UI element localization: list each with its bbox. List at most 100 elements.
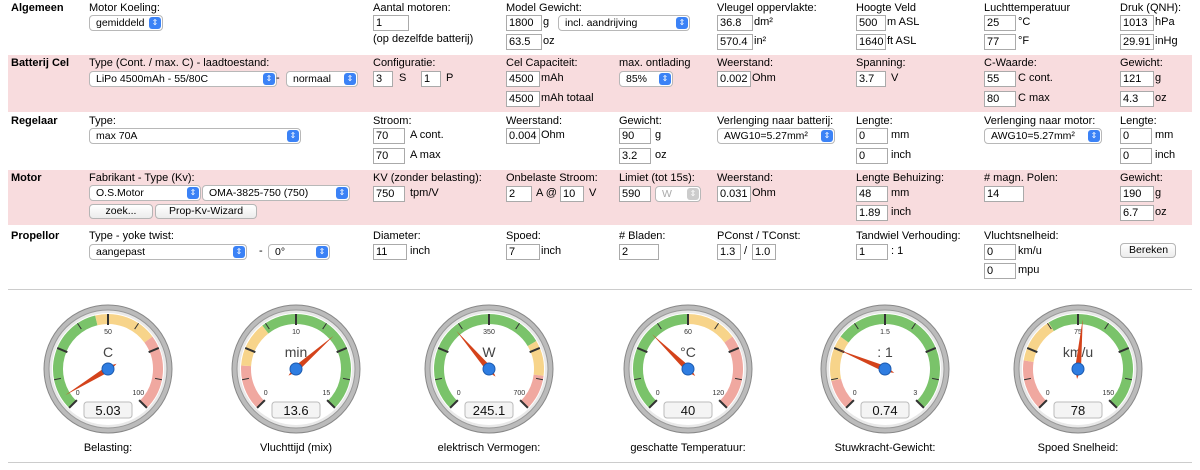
gauge-value: 245.1 xyxy=(473,403,506,418)
spoed-input[interactable]: 7 xyxy=(506,244,540,260)
model-gewicht-g-input[interactable]: 1800 xyxy=(506,15,542,31)
regelaar-gewicht-label: Gewicht: xyxy=(619,115,662,127)
druk-hpa-input[interactable]: 1013 xyxy=(1120,15,1154,31)
yoke-twist-value: 0° xyxy=(275,246,286,258)
limiet-unit-select[interactable]: W ⇕ xyxy=(655,186,701,202)
onbelast-v-input[interactable]: 10 xyxy=(560,186,584,202)
chevron-updown-icon: ⇕ xyxy=(659,73,671,85)
motor-weerstand-input[interactable]: 0.031 xyxy=(717,186,751,202)
gauge-unit: C xyxy=(103,344,113,360)
zoek-button[interactable]: zoek... xyxy=(89,204,153,219)
batterij-weerstand-input[interactable]: 0.002 xyxy=(717,71,751,87)
fabrikant-select[interactable]: O.S.Motor ⇕ xyxy=(89,185,201,201)
gauge-unit: °C xyxy=(680,344,696,360)
motor-koeling-select[interactable]: gemiddeld ⇕ xyxy=(89,15,163,31)
diameter-input[interactable]: 11 xyxy=(373,244,407,260)
divider xyxy=(8,289,1192,290)
capaciteit-unit: mAh xyxy=(541,72,564,84)
gauge-min-label: 0 xyxy=(457,390,461,397)
lengte2-label: Lengte: xyxy=(1120,115,1157,127)
gauge-caption: Stuwkracht-Gewicht: xyxy=(834,442,936,454)
prop-kv-wizard-button[interactable]: Prop-Kv-Wizard xyxy=(155,204,257,219)
gauge-hub xyxy=(1071,362,1085,376)
chevron-updown-icon: ⇕ xyxy=(821,130,833,142)
polen-input[interactable]: 14 xyxy=(984,186,1024,202)
capaciteit-totaal-unit: mAh totaal xyxy=(541,92,594,104)
regelaar-weerstand-input[interactable]: 0.004 xyxy=(506,128,540,144)
model-gewicht-mode-select[interactable]: incl. aandrijving ⇕ xyxy=(558,15,690,31)
lengte1-inch-input[interactable]: 0 xyxy=(856,148,888,164)
lucht-f-input[interactable]: 77 xyxy=(984,34,1016,50)
vlucht-kmh-input[interactable]: 0 xyxy=(984,244,1016,260)
lengte2-inch-input[interactable]: 0 xyxy=(1120,148,1152,164)
capaciteit-totaal-input[interactable]: 4500 xyxy=(506,91,540,107)
motor-gewicht-oz-input[interactable]: 6.7 xyxy=(1120,205,1154,221)
batterij-gewicht-oz-input[interactable]: 4.3 xyxy=(1120,91,1154,107)
limiet-input[interactable]: 590 xyxy=(619,186,651,202)
verlenging-motor-select[interactable]: AWG10=5.27mm² ⇕ xyxy=(984,128,1102,144)
chevron-updown-icon: ⇕ xyxy=(344,73,356,85)
lengte2-mm-input[interactable]: 0 xyxy=(1120,128,1152,144)
laadtoestand-select[interactable]: normaal ⇕ xyxy=(286,71,358,87)
hoogte-ft-input[interactable]: 1640 xyxy=(856,34,886,50)
prop-type-value: aangepast xyxy=(96,246,146,258)
batterij-type-select[interactable]: LiPo 4500mAh - 55/80C ⇕ xyxy=(89,71,277,87)
druk-inhg-input[interactable]: 29.91 xyxy=(1120,34,1154,50)
verlenging-batterij-select[interactable]: AWG10=5.27mm² ⇕ xyxy=(717,128,835,144)
kv-label: KV (zonder belasting): xyxy=(373,172,482,184)
regelaar-type-select[interactable]: max 70A ⇕ xyxy=(89,128,301,144)
gauge: 075150km/u78 xyxy=(1010,301,1146,437)
motor-gewicht-label: Gewicht: xyxy=(1120,172,1163,184)
verlenging-batterij-label: Verlenging naar batterij: xyxy=(717,115,834,127)
gauge-min-label: 0 xyxy=(656,390,660,397)
hoogte-m-input[interactable]: 500 xyxy=(856,15,886,31)
lucht-f-unit: °F xyxy=(1018,35,1030,47)
lucht-c-input[interactable]: 25 xyxy=(984,15,1016,31)
gauge-mid-label: 350 xyxy=(483,329,495,336)
aantal-motoren-input[interactable]: 1 xyxy=(373,15,409,31)
gauge-dial: 0 1.5 3: 1 0.74 xyxy=(820,304,950,434)
onbelast-a-unit: A @ xyxy=(536,187,557,199)
chevron-updown-icon: ⇕ xyxy=(287,130,299,142)
gauge: 0 60 120 °C 40 xyxy=(620,301,756,437)
onbelast-a-input[interactable]: 2 xyxy=(506,186,532,202)
tconst-input[interactable]: 1.0 xyxy=(752,244,776,260)
regelaar-gewicht-oz-unit: oz xyxy=(655,149,667,161)
tandwiel-input[interactable]: 1 xyxy=(856,244,888,260)
motor-koeling-label: Motor Koeling: xyxy=(89,2,160,14)
stroom-cont-input[interactable]: 70 xyxy=(373,128,405,144)
vleugel-in2-input[interactable]: 570.4 xyxy=(717,34,753,50)
yoke-twist-select[interactable]: 0° ⇕ xyxy=(268,244,330,260)
vleugel-dm2-input[interactable]: 36.8 xyxy=(717,15,753,31)
config-p-input[interactable]: 1 xyxy=(421,71,441,87)
gauge: 0 350 700 W 245.1 xyxy=(421,301,557,437)
hoogte-ft-unit: ft ASL xyxy=(887,35,917,47)
stroom-max-input[interactable]: 70 xyxy=(373,148,405,164)
prop-type-select[interactable]: aangepast ⇕ xyxy=(89,244,247,260)
batterij-weerstand-label: Weerstand: xyxy=(717,57,774,69)
gauge-mid-label: 50 xyxy=(104,329,112,336)
bereken-button[interactable]: Bereken xyxy=(1120,243,1176,258)
regelaar-gewicht-g-input[interactable]: 90 xyxy=(619,128,651,144)
vlucht-mph-input[interactable]: 0 xyxy=(984,263,1016,279)
pconst-input[interactable]: 1.3 xyxy=(717,244,741,260)
motor-type-select[interactable]: OMA-3825-750 (750) ⇕ xyxy=(202,185,350,201)
behuizing-inch-input[interactable]: 1.89 xyxy=(856,205,888,221)
motor-gewicht-g-input[interactable]: 190 xyxy=(1120,186,1154,202)
lengte1-mm-input[interactable]: 0 xyxy=(856,128,888,144)
c-cont-input[interactable]: 55 xyxy=(984,71,1016,87)
regelaar-gewicht-oz-input[interactable]: 3.2 xyxy=(619,148,651,164)
bladen-input[interactable]: 2 xyxy=(619,244,659,260)
gauge-unit: min xyxy=(285,344,308,360)
model-gewicht-oz-input[interactable]: 63.5 xyxy=(506,34,542,50)
spanning-input[interactable]: 3.7 xyxy=(856,71,886,87)
capaciteit-input[interactable]: 4500 xyxy=(506,71,540,87)
batterij-gewicht-g-input[interactable]: 121 xyxy=(1120,71,1154,87)
kv-input[interactable]: 750 xyxy=(373,186,405,202)
behuizing-mm-input[interactable]: 48 xyxy=(856,186,888,202)
fabrikant-label: Fabrikant - Type (Kv): xyxy=(89,172,195,184)
config-s-input[interactable]: 3 xyxy=(373,71,393,87)
ontlading-select[interactable]: 85% ⇕ xyxy=(619,71,673,87)
c-max-input[interactable]: 80 xyxy=(984,91,1016,107)
model-gewicht-label: Model Gewicht: xyxy=(506,2,582,14)
